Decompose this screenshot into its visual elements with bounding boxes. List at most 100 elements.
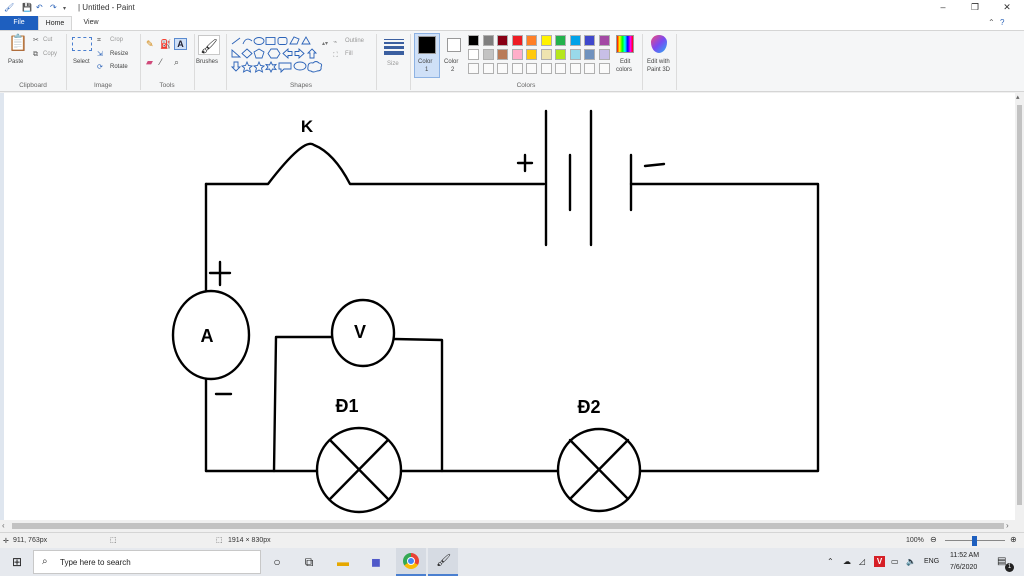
palette-color-swatch[interactable]: [555, 35, 566, 46]
quick-access-dropdown-icon[interactable]: ▾: [63, 5, 66, 12]
show-hidden-icons-icon[interactable]: ⌃: [827, 557, 834, 566]
rotate-button[interactable]: Rotate: [110, 64, 128, 70]
edit-with-paint3d-button[interactable]: Edit with: [647, 59, 670, 65]
magnifier-icon[interactable]: ⌕: [174, 57, 179, 67]
help-icon[interactable]: ?: [1000, 18, 1004, 27]
close-button[interactable]: ✕: [997, 1, 1017, 14]
color2-swatch[interactable]: [447, 38, 461, 52]
palette-color-swatch[interactable]: [497, 35, 508, 46]
paste-icon[interactable]: 📋: [8, 35, 28, 53]
custom-color-slot[interactable]: [482, 63, 494, 74]
volume-icon[interactable]: 🔈: [906, 557, 916, 566]
clock-date[interactable]: 7/6/2020: [950, 564, 977, 571]
horizontal-scrollbar[interactable]: ‹ ›: [0, 520, 1024, 532]
vertical-scroll-thumb[interactable]: [1017, 105, 1022, 505]
custom-color-slot[interactable]: [555, 63, 566, 74]
custom-color-slot[interactable]: [468, 63, 479, 74]
brush-icon[interactable]: 🖌: [198, 35, 220, 55]
text-tool-icon[interactable]: A: [174, 38, 187, 50]
maximize-button[interactable]: ❐: [965, 1, 985, 14]
file-explorer-icon[interactable]: ▬: [334, 554, 352, 570]
palette-color-swatch[interactable]: [482, 49, 494, 60]
undo-icon[interactable]: ↶: [36, 3, 43, 12]
select-button[interactable]: Select: [73, 59, 90, 65]
copy-button[interactable]: Copy: [43, 51, 57, 57]
palette-color-swatch[interactable]: [526, 35, 537, 46]
battery-icon[interactable]: ▭: [891, 557, 899, 566]
horizontal-scroll-thumb[interactable]: [12, 523, 1004, 529]
size-button[interactable]: Size: [387, 61, 399, 67]
cut-button[interactable]: Cut: [43, 37, 52, 43]
crop-icon[interactable]: ⌗: [97, 36, 101, 46]
tab-file[interactable]: File: [0, 16, 38, 30]
palette-color-swatch[interactable]: [569, 35, 581, 46]
custom-color-slot[interactable]: [511, 63, 523, 74]
save-icon[interactable]: 💾: [22, 3, 32, 12]
palette-color-swatch[interactable]: [584, 35, 595, 46]
zoom-in-icon[interactable]: ⊕: [1010, 535, 1017, 544]
resize-icon[interactable]: ⇲: [97, 50, 103, 60]
scroll-up-icon[interactable]: ▴: [1016, 93, 1020, 101]
palette-color-swatch[interactable]: [555, 49, 566, 60]
language-indicator[interactable]: ENG: [924, 558, 939, 565]
cut-icon[interactable]: ✂: [33, 36, 39, 46]
eraser-icon[interactable]: ▰: [146, 57, 153, 67]
shapes-gallery[interactable]: [230, 35, 330, 75]
collapse-ribbon-icon[interactable]: ⌃: [988, 18, 995, 27]
fill-bucket-icon[interactable]: ⛽: [160, 39, 171, 49]
shapes-scroll-icon[interactable]: ▴▾: [322, 39, 328, 49]
palette-color-swatch[interactable]: [468, 49, 479, 60]
palette-color-swatch[interactable]: [468, 35, 479, 46]
pencil-icon[interactable]: ✎: [146, 39, 154, 49]
paste-button[interactable]: Paste: [8, 59, 23, 65]
taskbar-search-box[interactable]: ⌕ Type here to search: [33, 550, 261, 574]
size-icon[interactable]: [384, 39, 404, 55]
palette-color-swatch[interactable]: [482, 35, 494, 46]
minimize-button[interactable]: –: [933, 1, 953, 14]
copy-icon[interactable]: ⧉: [33, 50, 38, 60]
brushes-button[interactable]: Brushes: [196, 59, 218, 65]
palette-color-swatch[interactable]: [598, 49, 610, 60]
rotate-icon[interactable]: ⟳: [97, 63, 103, 73]
clock-time[interactable]: 11:52 AM: [950, 552, 979, 559]
redo-icon[interactable]: ↷: [50, 3, 57, 12]
paint3d-icon[interactable]: [651, 35, 667, 53]
crop-button[interactable]: Crop: [110, 37, 123, 43]
zoom-out-icon[interactable]: ⊖: [930, 535, 937, 544]
palette-color-swatch[interactable]: [540, 35, 552, 46]
palette-color-swatch[interactable]: [511, 35, 523, 46]
edit-colors-button[interactable]: Edit: [620, 59, 630, 65]
select-icon[interactable]: [72, 37, 92, 51]
palette-color-swatch[interactable]: [584, 49, 595, 60]
outline-button[interactable]: Outline: [345, 38, 364, 44]
task-view-icon[interactable]: ⧉: [300, 554, 318, 570]
palette-color-swatch[interactable]: [497, 49, 508, 60]
outline-icon[interactable]: ⌁: [333, 38, 337, 48]
cortana-icon[interactable]: ○: [268, 554, 286, 570]
windows-start-icon[interactable]: ⊞: [8, 554, 26, 570]
custom-color-slot[interactable]: [497, 63, 508, 74]
fill-button[interactable]: Fill: [345, 51, 353, 57]
zoom-slider-thumb[interactable]: [972, 536, 977, 546]
vertical-scrollbar[interactable]: ▴: [1015, 93, 1024, 520]
color-picker-icon[interactable]: ⁄: [160, 57, 162, 67]
vietkey-icon[interactable]: V: [874, 556, 885, 567]
custom-color-slot[interactable]: [598, 63, 610, 74]
network-icon[interactable]: ◿: [859, 557, 865, 566]
palette-color-swatch[interactable]: [511, 49, 523, 60]
resize-button[interactable]: Resize: [110, 51, 128, 57]
chrome-taskbar-button[interactable]: [396, 548, 426, 576]
palette-color-swatch[interactable]: [526, 49, 537, 60]
scroll-left-icon[interactable]: ‹: [2, 521, 5, 530]
custom-color-slot[interactable]: [569, 63, 581, 74]
custom-color-slot[interactable]: [540, 63, 552, 74]
drawing-canvas[interactable]: K A V Đ1 Đ2: [4, 93, 1015, 520]
teams-icon[interactable]: ◼: [367, 554, 385, 570]
palette-color-swatch[interactable]: [569, 49, 581, 60]
color2-label[interactable]: Color: [444, 59, 458, 65]
palette-color-swatch[interactable]: [598, 35, 610, 46]
fill-icon[interactable]: ⛶: [333, 51, 338, 61]
tab-view[interactable]: View: [74, 16, 108, 30]
scroll-right-icon[interactable]: ›: [1006, 521, 1009, 530]
paint-taskbar-button[interactable]: 🖌: [428, 548, 458, 576]
